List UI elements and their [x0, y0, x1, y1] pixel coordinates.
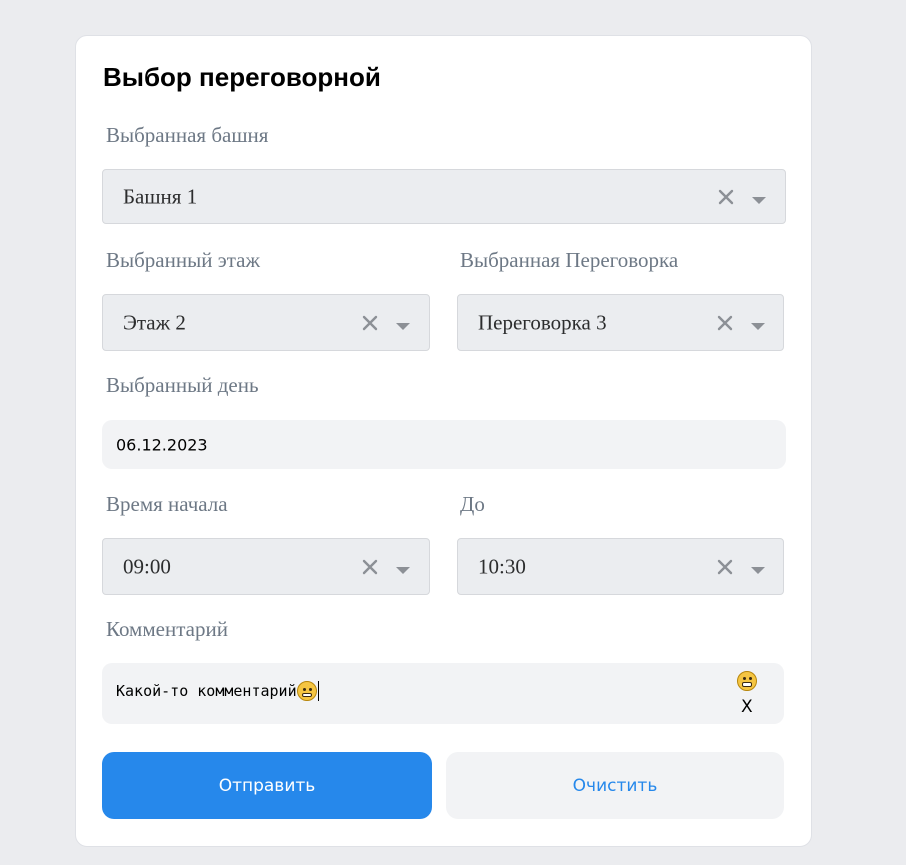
room-label: Выбранная Переговорка [460, 248, 679, 272]
end-time-value: 10:30 [478, 554, 526, 578]
tower-select-value: Башня 1 [123, 184, 198, 208]
close-icon[interactable] [361, 314, 379, 332]
date-input-value: 06.12.2023 [116, 435, 208, 454]
floor-select-value: Этаж 2 [123, 310, 186, 334]
floor-label: Выбранный этаж [106, 248, 260, 272]
end-time-select[interactable]: 10:30 [457, 538, 784, 595]
text-cursor [317, 681, 319, 701]
grimacing-face-emoji-icon [296, 681, 317, 701]
close-icon[interactable] [361, 558, 379, 576]
comment-textarea[interactable]: Какой-то комментарий X [102, 663, 784, 724]
room-select-value: Переговорка 3 [478, 310, 607, 334]
floor-select[interactable]: Этаж 2 [102, 294, 430, 351]
form-title: Выбор переговорной [103, 62, 381, 92]
start-time-label: Время начала [106, 492, 228, 516]
chevron-down-icon[interactable] [751, 192, 767, 204]
chevron-down-icon[interactable] [395, 562, 411, 574]
end-time-label: До [460, 492, 485, 516]
comment-label: Комментарий [106, 617, 228, 641]
comment-text: Какой-то комментарий [116, 682, 297, 700]
start-time-value: 09:00 [123, 554, 171, 578]
chevron-down-icon[interactable] [750, 562, 766, 574]
submit-button[interactable]: Отправить [102, 752, 432, 819]
close-icon[interactable] [716, 558, 734, 576]
day-label: Выбранный день [106, 373, 259, 397]
comment-clear-button[interactable]: X [741, 697, 753, 717]
start-time-select[interactable]: 09:00 [102, 538, 430, 595]
close-icon[interactable] [717, 188, 735, 206]
close-icon[interactable] [716, 314, 734, 332]
comment-text-line: Какой-то комментарий [116, 681, 319, 701]
chevron-down-icon[interactable] [750, 318, 766, 330]
tower-label: Выбранная башня [106, 123, 269, 147]
emoji-picker-icon[interactable] [737, 671, 757, 691]
date-input[interactable]: 06.12.2023 [102, 420, 786, 469]
chevron-down-icon[interactable] [395, 318, 411, 330]
room-select[interactable]: Переговорка 3 [457, 294, 784, 351]
reset-button[interactable]: Очистить [446, 752, 784, 819]
tower-select[interactable]: Башня 1 [102, 169, 786, 224]
